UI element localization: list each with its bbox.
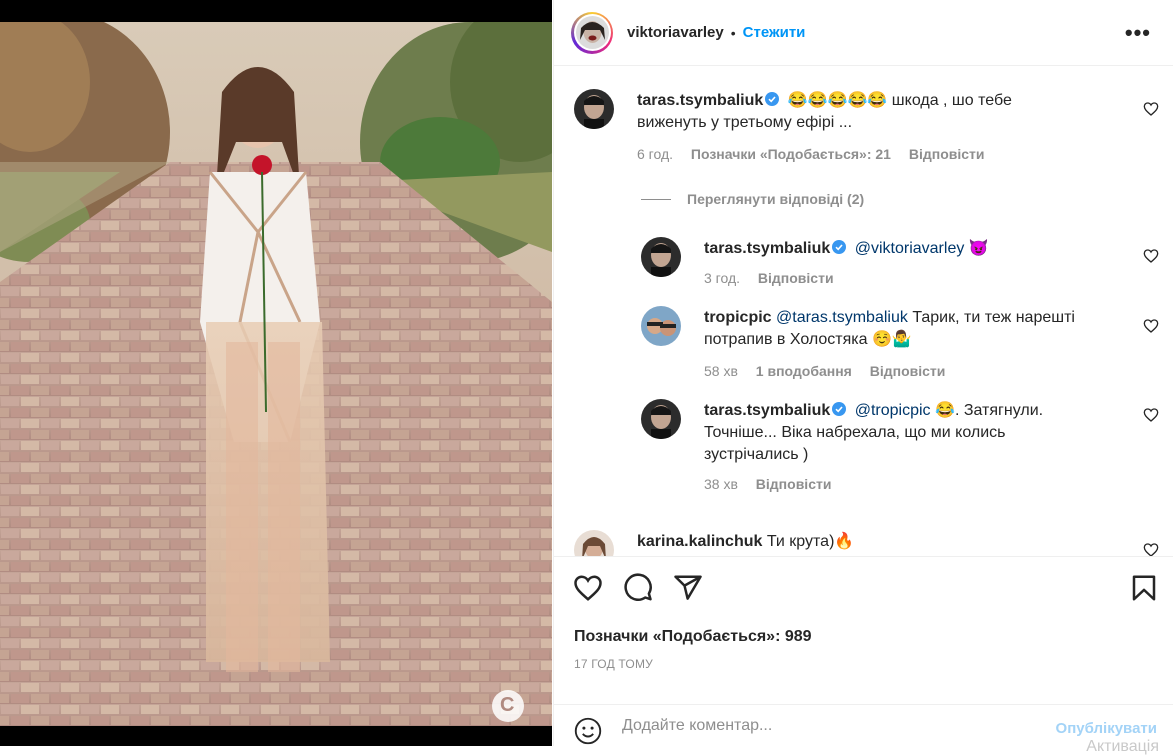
photo-bottom-bar bbox=[0, 726, 552, 746]
share-icon[interactable] bbox=[673, 573, 703, 603]
comment-username[interactable]: karina.kalinchuk bbox=[637, 533, 762, 550]
reply-time[interactable]: 3 год. bbox=[704, 270, 740, 286]
likes-summary[interactable]: Позначки «Подобається»: 989 bbox=[574, 628, 812, 646]
reply-text: tropicpic @taras.tsymbaliuk Тарик, ти те… bbox=[704, 307, 1134, 351]
reply-body-line2: потрапив в Холостяка ☺️🤷‍♂️ bbox=[704, 331, 912, 348]
bookmark-icon[interactable] bbox=[1129, 573, 1159, 603]
reply-button[interactable]: Відповісти bbox=[758, 270, 834, 286]
reply-button[interactable]: Відповісти bbox=[909, 146, 985, 162]
like-reply-heart-icon[interactable] bbox=[1143, 318, 1159, 334]
reply-button[interactable]: Відповісти bbox=[870, 363, 946, 379]
reply-avatar[interactable] bbox=[641, 399, 681, 439]
comment-username[interactable]: taras.tsymbaliuk bbox=[637, 92, 763, 109]
verified-badge-icon bbox=[832, 402, 847, 416]
emoji-devil-icon: 😈 bbox=[968, 240, 989, 257]
reply-time[interactable]: 58 хв bbox=[704, 363, 738, 379]
emoji-picker-icon[interactable] bbox=[574, 717, 602, 745]
reply-body-line3: зустрічались ) bbox=[704, 446, 809, 463]
reply-time[interactable]: 38 хв bbox=[704, 476, 738, 492]
emoji-laughing-icon: 😂 bbox=[935, 402, 955, 419]
author-username[interactable]: viktoriavarley bbox=[627, 24, 724, 41]
reply-text: taras.tsymbaliuk @tropicpic 😂. Затягнули… bbox=[704, 400, 1134, 466]
post-header: viktoriavarley • Стежити ••• bbox=[554, 0, 1173, 66]
more-options-icon[interactable]: ••• bbox=[1125, 20, 1151, 46]
view-replies-label: Переглянути відповіді (2) bbox=[687, 191, 865, 207]
verified-badge-icon bbox=[832, 240, 847, 254]
reply-body-line2: Точніше... Віка набрехала, що ми колись bbox=[704, 424, 1006, 441]
comment-text: karina.kalinchuk Ти крута)🔥 bbox=[637, 531, 1117, 553]
like-comment-heart-icon[interactable] bbox=[1143, 101, 1159, 117]
like-comment-heart-icon[interactable] bbox=[1143, 542, 1159, 556]
like-reply-heart-icon[interactable] bbox=[1143, 407, 1159, 423]
emoji-laughing-icons: 😂😂😂😂😂 bbox=[787, 92, 888, 109]
commenter-avatar[interactable] bbox=[574, 530, 614, 556]
photo-top-bar bbox=[0, 0, 552, 22]
add-comment-bar: Опублікувати Активація bbox=[554, 704, 1173, 755]
comment-text: taras.tsymbaliuk 😂😂😂😂😂 шкода , шо тебе в… bbox=[637, 90, 1117, 134]
post-timestamp[interactable]: 17 ГОД ТОМУ bbox=[574, 657, 653, 671]
reply-username[interactable]: taras.tsymbaliuk bbox=[704, 240, 830, 257]
reply-meta: 3 год. Відповісти bbox=[704, 270, 848, 286]
post-photo-illustration bbox=[0, 22, 552, 726]
heart-icon[interactable] bbox=[573, 573, 603, 603]
emoji-fire-icon: 🔥 bbox=[834, 533, 855, 550]
author-avatar-image bbox=[575, 16, 609, 49]
post-details-panel: viktoriavarley • Стежити ••• taras.tsymb… bbox=[553, 0, 1173, 755]
publish-button[interactable]: Опублікувати bbox=[1056, 720, 1157, 737]
comment-body-line2: виженуть у третьому ефірі ... bbox=[637, 114, 853, 131]
reply-username[interactable]: taras.tsymbaliuk bbox=[704, 402, 830, 419]
reply-username[interactable]: tropicpic bbox=[704, 309, 772, 326]
comment-meta: 6 год. Позначки «Подобається»: 21 Відпов… bbox=[637, 146, 999, 162]
commenter-avatar[interactable] bbox=[574, 89, 614, 129]
follow-button[interactable]: Стежити bbox=[743, 24, 806, 41]
verified-badge-icon bbox=[765, 92, 780, 106]
reply-text: taras.tsymbaliuk @viktoriavarley 😈 bbox=[704, 238, 1124, 260]
view-replies-divider bbox=[641, 198, 671, 200]
post-photo[interactable]: C bbox=[0, 22, 552, 726]
comment-time[interactable]: 6 год. bbox=[637, 146, 673, 162]
reply-button[interactable]: Відповісти bbox=[756, 476, 832, 492]
comment-likes[interactable]: Позначки «Подобається»: 21 bbox=[691, 146, 891, 162]
post-actions: Позначки «Подобається»: 989 17 ГОД ТОМУ … bbox=[554, 556, 1173, 755]
reply-body-line1: . Затягнули. bbox=[954, 402, 1044, 419]
like-reply-heart-icon[interactable] bbox=[1143, 248, 1159, 264]
author-avatar[interactable] bbox=[571, 11, 613, 54]
reply-meta: 38 хв Відповісти bbox=[704, 476, 845, 492]
likes-count: 989 bbox=[784, 628, 812, 645]
comments-list[interactable]: taras.tsymbaliuk 😂😂😂😂😂 шкода , шо тебе в… bbox=[554, 67, 1173, 556]
reply-mention[interactable]: @taras.tsymbaliuk bbox=[776, 309, 908, 326]
reply-mention[interactable]: @tropicpic bbox=[855, 402, 931, 419]
reply-meta: 58 хв 1 вподобання Відповісти bbox=[704, 363, 959, 379]
comment-icon[interactable] bbox=[623, 573, 653, 603]
likes-label: Позначки «Подобається»: bbox=[574, 628, 781, 645]
separator-dot: • bbox=[730, 24, 736, 41]
view-replies-button[interactable]: Переглянути відповіді (2) bbox=[641, 191, 864, 207]
reply-mention[interactable]: @viktoriavarley bbox=[855, 240, 965, 257]
reply-avatar[interactable] bbox=[641, 237, 681, 277]
reply-avatar[interactable] bbox=[641, 306, 681, 346]
channel-logo: C bbox=[500, 694, 515, 716]
reply-body-line1: Тарик, ти теж нарешті bbox=[912, 309, 1075, 326]
comment-input[interactable] bbox=[622, 717, 1022, 735]
comment-body-line1: шкода , шо тебе bbox=[891, 92, 1012, 109]
os-activation-watermark: Активація bbox=[1086, 738, 1159, 755]
comment-body: Ти крута) bbox=[766, 533, 835, 550]
reply-likes[interactable]: 1 вподобання bbox=[756, 363, 852, 379]
